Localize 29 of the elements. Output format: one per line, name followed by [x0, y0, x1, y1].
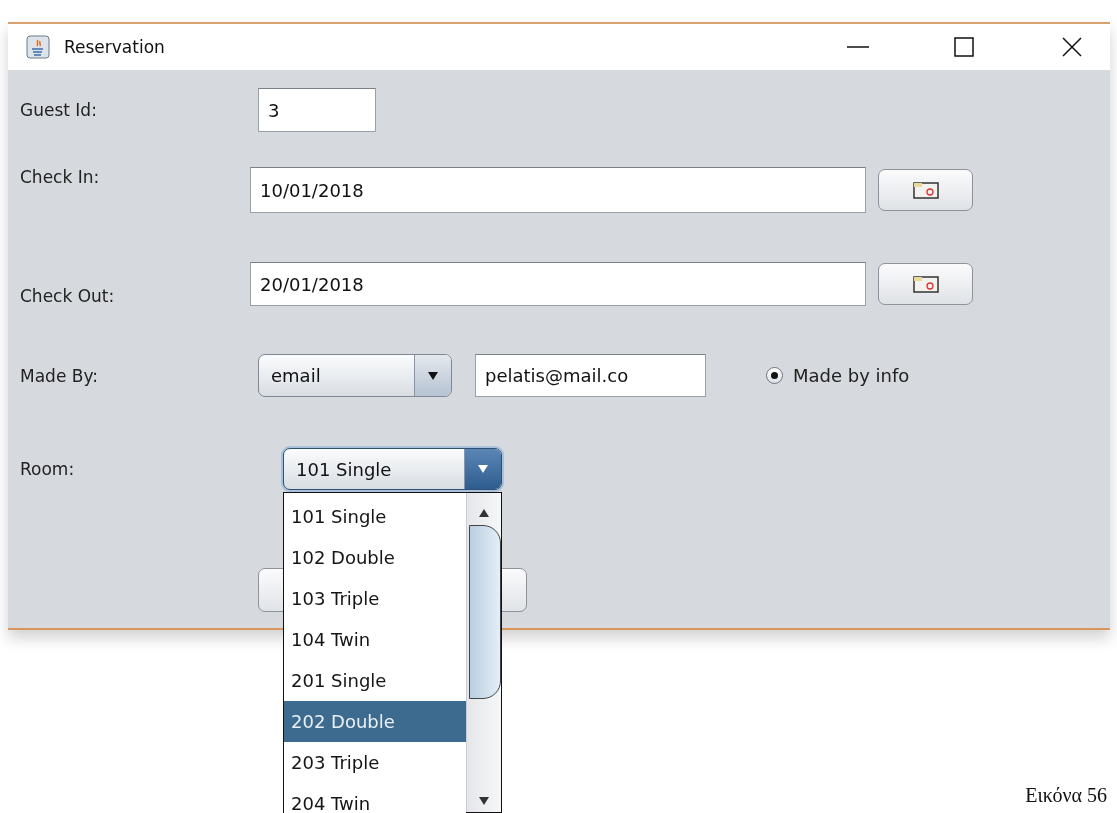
caret-icon	[427, 370, 439, 381]
check-in-label: Check In:	[20, 167, 101, 187]
maximize-icon	[954, 37, 974, 57]
figure-caption: Εικόνα 56	[1025, 784, 1107, 807]
radio-button[interactable]	[766, 367, 783, 384]
window-title: Reservation	[64, 37, 166, 57]
app-icon	[26, 35, 50, 59]
check-out-field[interactable]: 20/01/2018	[250, 262, 866, 306]
made-by-label: Made By:	[20, 365, 99, 386]
check-out-label: Check Out:	[20, 286, 116, 306]
room-label: Room:	[20, 459, 76, 479]
minimize-icon	[846, 45, 870, 49]
contact-method-dropdown[interactable]: email	[258, 354, 452, 397]
date-picker-button[interactable]	[878, 263, 973, 305]
contact-field[interactable]: pelatis@mail.co	[475, 354, 706, 397]
scroll-down-icon	[478, 796, 490, 806]
room-dropdown[interactable]: 101 Single	[283, 448, 502, 490]
scroll-up-icon	[478, 508, 490, 518]
room-option[interactable]: 202 Double	[284, 701, 466, 742]
close-icon	[1061, 36, 1083, 58]
guest-id-field[interactable]: 3	[258, 88, 376, 132]
check-in-field[interactable]: 10/01/2018	[250, 167, 866, 213]
date-picker-button[interactable]	[878, 169, 973, 211]
guest-id-label: Guest Id:	[20, 100, 98, 120]
calendar-icon	[912, 181, 939, 199]
radio-label: Made by info	[793, 365, 910, 386]
caret-icon	[477, 464, 489, 474]
calendar-icon	[912, 275, 939, 293]
scrollbar[interactable]	[466, 493, 501, 812]
